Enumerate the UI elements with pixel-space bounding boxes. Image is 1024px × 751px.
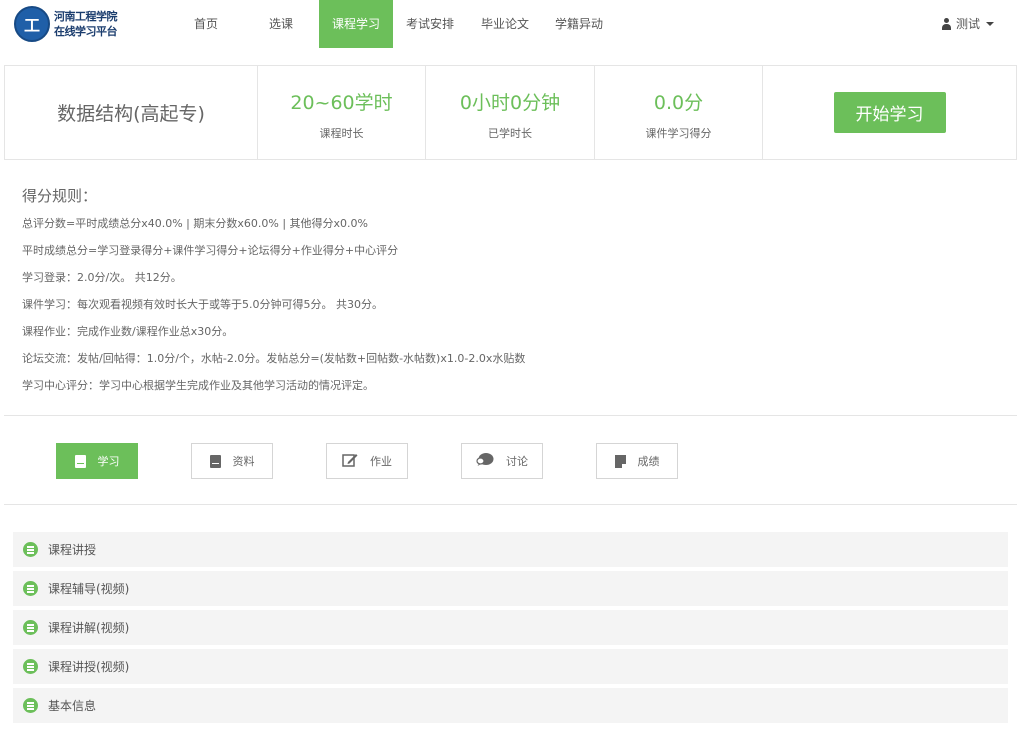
chapter-item[interactable]: 基本信息 — [13, 688, 1008, 723]
chapter-label: 基本信息 — [48, 699, 97, 713]
top-navbar: 工 河南工程学院 在线学习平台 首页 选课 课程学习 考试安排 毕业论文 学籍异… — [0, 0, 1024, 48]
book-icon — [209, 454, 221, 468]
tab-label: 作业 — [370, 455, 392, 468]
module-tabs: 学习 资料 作业 讨论 成绩 — [4, 417, 1017, 505]
logo-text: 河南工程学院 在线学习平台 — [54, 9, 118, 39]
nav-status-change[interactable]: 学籍异动 — [543, 0, 615, 48]
chapter-list: 课程讲授 课程辅导(视频) 课程讲解(视频) 课程讲授(视频) 基本信息 — [13, 532, 1008, 727]
stat-courseware-score: 0.0分 课件学习得分 — [595, 66, 763, 159]
start-container: 开始学习 — [763, 66, 1016, 159]
tab-label: 资料 — [232, 455, 255, 468]
logo-line-2: 在线学习平台 — [54, 25, 118, 38]
list-icon — [23, 581, 38, 596]
nav-course-selection[interactable]: 选课 — [243, 0, 319, 48]
chapter-item[interactable]: 课程辅导(视频) — [13, 571, 1008, 606]
stat-value: 0小时0分钟 — [459, 92, 561, 114]
start-learning-button[interactable]: 开始学习 — [833, 92, 946, 133]
caret-down-icon — [986, 22, 994, 26]
edit-icon — [342, 453, 358, 470]
chapter-item[interactable]: 课程讲授 — [13, 532, 1008, 567]
user-name: 测试 — [955, 17, 980, 31]
rule-line: 学习中心评分：学习中心根据学生完成作业及其他学习活动的情况评定。 — [22, 379, 374, 392]
tab-label: 讨论 — [506, 455, 528, 468]
stat-label: 课程时长 — [319, 127, 364, 140]
tab-materials[interactable]: 资料 — [191, 443, 273, 479]
tab-discussion[interactable]: 讨论 — [461, 443, 543, 479]
nav-thesis[interactable]: 毕业论文 — [467, 0, 543, 48]
chapter-label: 课程讲授(视频) — [48, 660, 130, 674]
stat-course-duration: 20~60学时 课程时长 — [258, 66, 426, 159]
chapter-label: 课程讲解(视频) — [48, 621, 130, 635]
scoring-rules: 得分规则： 总评分数=平时成绩总分x40.0% | 期末分数x60.0% | 其… — [4, 160, 1017, 416]
nav-course-study[interactable]: 课程学习 — [319, 0, 393, 48]
list-icon — [23, 698, 38, 713]
nav-exam-schedule[interactable]: 考试安排 — [393, 0, 467, 48]
stat-label: 已学时长 — [488, 127, 532, 140]
rule-line: 平时成绩总分=学习登录得分+课件学习得分+论坛得分+作业得分+中心评分 — [22, 244, 399, 257]
course-summary: 数据结构(高起专) 20~60学时 课程时长 0小时0分钟 已学时长 0.0分 … — [4, 65, 1017, 160]
tab-study[interactable]: 学习 — [56, 443, 138, 479]
school-logo-icon: 工 — [14, 6, 50, 42]
chapter-item[interactable]: 课程讲解(视频) — [13, 610, 1008, 645]
file-icon — [614, 454, 626, 468]
comment-icon — [476, 452, 494, 470]
tab-homework[interactable]: 作业 — [326, 443, 408, 479]
nav-home[interactable]: 首页 — [169, 0, 243, 48]
stat-value: 0.0分 — [653, 92, 704, 114]
chapter-item[interactable]: 课程讲授(视频) — [13, 649, 1008, 684]
tab-label: 成绩 — [637, 455, 660, 468]
list-icon — [23, 659, 38, 674]
logo-line-1: 河南工程学院 — [54, 10, 118, 23]
tab-grades[interactable]: 成绩 — [596, 443, 678, 479]
rule-line: 论坛交流：发帖/回帖得：1.0分/个，水帖-2.0分。发帖总分=(发帖数+回帖数… — [22, 352, 526, 365]
user-icon — [941, 18, 952, 30]
book-icon — [74, 454, 86, 468]
rule-line: 总评分数=平时成绩总分x40.0% | 期末分数x60.0% | 其他得分x0.… — [22, 217, 368, 230]
stat-label: 课件学习得分 — [645, 127, 712, 140]
rule-line: 学习登录：2.0分/次。 共12分。 — [22, 271, 182, 284]
rule-line: 课件学习：每次观看视频有效时长大于或等于5.0分钟可得5分。 共30分。 — [22, 298, 383, 311]
tab-label: 学习 — [97, 455, 120, 468]
stat-value: 20~60学时 — [290, 92, 393, 114]
rules-title: 得分规则： — [22, 187, 98, 205]
main-nav: 首页 选课 课程学习 考试安排 毕业论文 学籍异动 — [169, 0, 615, 48]
list-icon — [23, 620, 38, 635]
course-title: 数据结构(高起专) — [5, 66, 258, 159]
logo[interactable]: 工 河南工程学院 在线学习平台 — [14, 6, 118, 42]
stat-studied-duration: 0小时0分钟 已学时长 — [426, 66, 595, 159]
user-menu[interactable]: 测试 — [941, 0, 994, 48]
rule-line: 课程作业：完成作业数/课程作业总x30分。 — [22, 325, 234, 338]
list-icon — [23, 542, 38, 557]
chapter-label: 课程讲授 — [48, 543, 97, 557]
chapter-label: 课程辅导(视频) — [48, 582, 130, 596]
